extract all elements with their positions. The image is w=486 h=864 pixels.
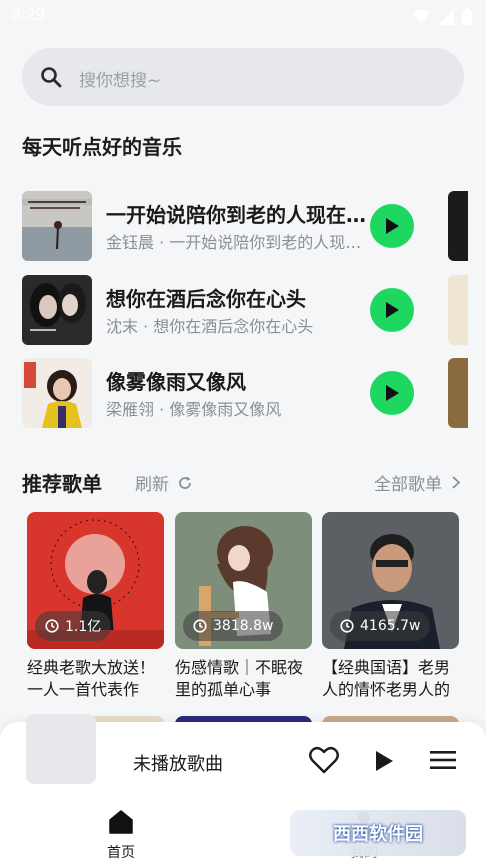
play-button[interactable] <box>370 371 414 415</box>
tab-home[interactable]: 首页 <box>81 810 161 862</box>
playlist-cover: 1.1亿 <box>27 512 164 649</box>
playlist-cover: 4165.7w <box>322 512 459 649</box>
search-icon <box>41 67 62 88</box>
playlist-menu-icon[interactable] <box>430 750 456 770</box>
playlist-card[interactable]: 1.1亿 经典老歌大放送！一人一首代表作 <box>27 512 164 701</box>
status-icons <box>412 8 472 25</box>
clock-icon <box>340 619 354 633</box>
play-icon <box>386 302 399 318</box>
wifi-icon <box>412 9 430 24</box>
song-subtitle: 金钰晨 · 一开始说陪你到老的人现在在哪 <box>106 233 368 252</box>
play-pause-icon[interactable] <box>374 750 394 772</box>
play-count: 4165.7w <box>360 618 421 634</box>
playlist-name: 【经典国语】老男人的情怀老男人的歌 <box>322 658 451 699</box>
refresh-button[interactable]: 刷新 <box>135 470 193 495</box>
song-peek-cover[interactable] <box>448 358 468 428</box>
play-count: 1.1亿 <box>65 619 102 635</box>
all-playlists-link[interactable]: 全部歌单 <box>374 470 460 495</box>
play-count-badge: 3818.8w <box>183 611 284 641</box>
play-button[interactable] <box>370 288 414 332</box>
playlist-card[interactable]: 4165.7w 【经典国语】老男人的情怀老男人的歌 <box>322 512 459 701</box>
song-item[interactable]: 一开始说陪你到老的人现在在哪 金钰晨 · 一开始说陪你到老的人现在在哪 <box>22 191 442 261</box>
song-peek-cover[interactable] <box>448 191 468 261</box>
daily-section-title: 每天听点好的音乐 <box>22 135 182 159</box>
song-title: 一开始说陪你到老的人现在在哪 <box>106 203 368 227</box>
song-cover <box>22 275 92 345</box>
clock-icon <box>193 619 207 633</box>
play-count-badge: 4165.7w <box>330 611 431 641</box>
song-cover <box>22 358 92 428</box>
song-cover <box>22 191 92 261</box>
watermark-text: 西西软件园 <box>333 824 423 845</box>
play-icon <box>386 385 399 401</box>
chevron-right-icon <box>452 476 460 489</box>
playlist-card[interactable]: 3818.8w 伤感情歌｜不眠夜里的孤单心事 <box>175 512 312 701</box>
song-subtitle: 沈末 · 想你在酒后念你在心头 <box>106 317 314 336</box>
song-subtitle: 梁雁翎 · 像雾像雨又像风 <box>106 400 282 419</box>
heart-icon[interactable] <box>309 746 339 774</box>
play-button[interactable] <box>370 204 414 248</box>
recommend-header: 推荐歌单 刷新 全部歌单 <box>22 468 464 496</box>
play-count-badge: 1.1亿 <box>35 611 112 641</box>
playlist-cover: 3818.8w <box>175 512 312 649</box>
battery-icon <box>462 8 472 25</box>
search-bar[interactable]: 搜你想搜~ <box>22 48 464 106</box>
refresh-label: 刷新 <box>135 475 169 495</box>
song-item[interactable]: 像雾像雨又像风 梁雁翎 · 像雾像雨又像风 <box>22 358 442 428</box>
song-item[interactable]: 想你在酒后念你在心头 沈末 · 想你在酒后念你在心头 <box>22 275 442 345</box>
watermark-logo: 西西软件园 <box>290 810 466 856</box>
now-playing-cover <box>26 714 96 784</box>
status-bar: 8:29 <box>0 0 486 34</box>
search-placeholder: 搜你想搜~ <box>79 71 162 91</box>
tab-home-label: 首页 <box>107 845 135 861</box>
playlist-name: 伤感情歌｜不眠夜里的孤单心事 <box>175 658 304 699</box>
now-playing-title: 未播放歌曲 <box>133 754 223 775</box>
playlist-name: 经典老歌大放送！一人一首代表作 <box>27 658 156 699</box>
refresh-icon <box>179 476 191 489</box>
play-count: 3818.8w <box>213 618 274 634</box>
song-title: 想你在酒后念你在心头 <box>106 287 306 311</box>
song-title: 像雾像雨又像风 <box>106 370 246 394</box>
home-icon <box>109 810 133 834</box>
play-icon <box>386 218 399 234</box>
signal-icon <box>438 8 454 25</box>
all-playlists-label: 全部歌单 <box>374 475 442 495</box>
status-time: 8:29 <box>12 5 46 24</box>
clock-icon <box>45 619 59 633</box>
recommend-title: 推荐歌单 <box>22 472 102 496</box>
song-peek-cover[interactable] <box>448 275 468 345</box>
